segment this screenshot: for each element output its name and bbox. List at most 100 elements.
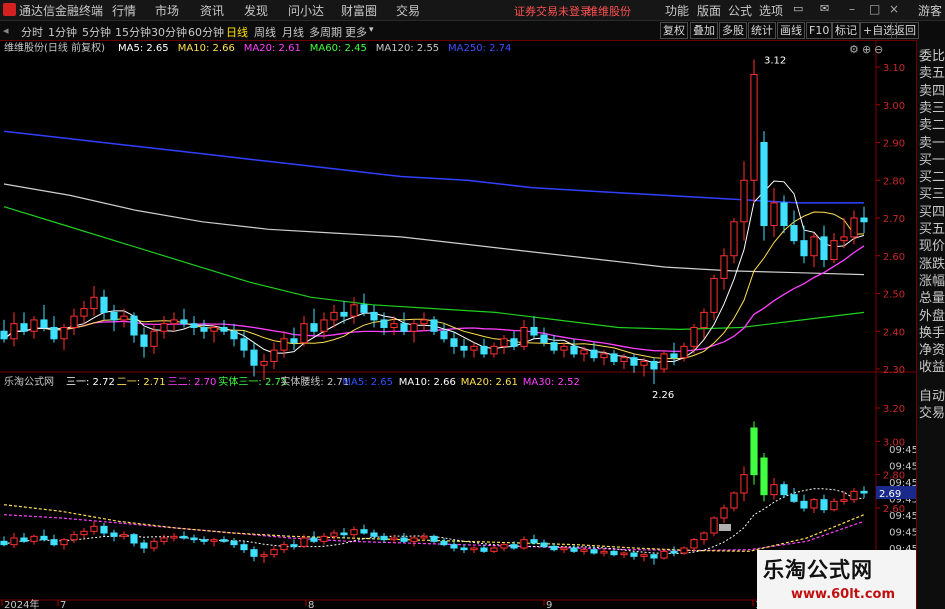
- app-title: 通达信金融终端: [19, 4, 104, 18]
- kline-chart[interactable]: 3.10 3.00 2.90 2.80 2.70 2.60 2.50 2.40 2.30 3.20…: [0, 40, 916, 609]
- sub-indicator-6: MA10: 2.66: [399, 377, 456, 388]
- chevron-down-icon[interactable]: ▾: [369, 25, 374, 35]
- sub-ma30-line: [3, 514, 865, 552]
- user-label[interactable]: 游客: [918, 2, 942, 19]
- candle-body: [90, 296, 98, 310]
- main-panel-title: 维维股份(日线 前复权): [4, 41, 105, 54]
- candle-body: [130, 315, 138, 336]
- toolbar-back-icon[interactable]: ◂: [3, 24, 9, 37]
- btn-diejia[interactable]: 叠加: [690, 22, 718, 39]
- menu-item-xuanxiang[interactable]: 选项: [759, 2, 783, 19]
- period-15min[interactable]: 15分钟: [115, 24, 151, 40]
- candle-body: [190, 323, 198, 328]
- minus-icon: ⊖: [874, 43, 883, 56]
- high-price-label: 3.12: [764, 55, 786, 66]
- candle-body: [500, 338, 508, 347]
- candle-body: [200, 326, 208, 332]
- period-weekly[interactable]: 周线: [254, 24, 276, 40]
- period-multi[interactable]: 多周期: [309, 24, 342, 40]
- menu-item-jiaoyi[interactable]: 交易: [396, 2, 420, 19]
- minimize-icon[interactable]: –: [849, 2, 855, 16]
- btn-biaoji[interactable]: 标记: [832, 22, 860, 39]
- main-y-label: 2.40: [883, 327, 905, 338]
- btn-back[interactable]: 返回: [891, 22, 919, 39]
- period-30min[interactable]: 30分钟: [151, 24, 187, 40]
- period-1min[interactable]: 1分钟: [48, 24, 77, 40]
- period-5min[interactable]: 5分钟: [82, 24, 111, 40]
- sub-side-field-1[interactable]: 交易: [919, 402, 945, 421]
- quote-field-18: 收益: [919, 360, 945, 376]
- btn-f10[interactable]: F10: [806, 22, 833, 39]
- btn-fuquan[interactable]: 复权: [660, 22, 688, 39]
- candle-body: [0, 330, 8, 340]
- sub-candle-body: [710, 517, 718, 534]
- maximize-icon[interactable]: □: [869, 2, 880, 16]
- candle-body: [100, 296, 108, 313]
- quote-field-16: 换手: [919, 325, 945, 341]
- period-fenshi[interactable]: 分时: [21, 24, 43, 40]
- period-more[interactable]: 更多: [345, 24, 367, 40]
- btn-tongji[interactable]: 统计: [748, 22, 776, 39]
- candle-body: [510, 338, 518, 347]
- btn-huaxian[interactable]: 画线: [777, 22, 805, 39]
- sub-candle-body: [420, 535, 428, 539]
- candle-body: [230, 330, 238, 340]
- menu-item-hangqing[interactable]: 行情: [112, 2, 136, 19]
- candle-body: [180, 319, 188, 325]
- candle-body: [350, 304, 358, 317]
- sub-candle-body: [380, 535, 388, 541]
- candle-body: [570, 345, 578, 355]
- notification-icon[interactable]: ▭: [793, 2, 803, 15]
- close-icon[interactable]: ×: [889, 2, 899, 16]
- x-axis-label: 8: [308, 600, 314, 609]
- menu-item-caifuquan[interactable]: 财富圈: [341, 2, 377, 19]
- menu-item-gongneng[interactable]: 功能: [665, 2, 689, 19]
- sub-candle-body: [260, 554, 268, 557]
- sub-candle-body: [520, 539, 528, 549]
- x-axis-label: 7: [60, 600, 66, 609]
- candle-body: [380, 319, 388, 328]
- candle-body: [270, 349, 278, 362]
- trade-login-status[interactable]: 证券交易未登录: [514, 3, 591, 19]
- btn-duogu[interactable]: 多股: [719, 22, 747, 39]
- sub-candle-body: [480, 547, 488, 552]
- sub-candle-body: [740, 474, 748, 494]
- mail-icon[interactable]: ✉: [820, 2, 829, 15]
- menu-item-zixun[interactable]: 资讯: [200, 2, 224, 19]
- sub-indicator-8: MA30: 2.52: [523, 377, 580, 388]
- sub-candle-body: [820, 499, 828, 511]
- period-monthly[interactable]: 月线: [282, 24, 304, 40]
- settings-icon: ⚙: [849, 43, 859, 56]
- candle-body: [470, 345, 478, 351]
- period-60min[interactable]: 60分钟: [188, 24, 224, 40]
- candle-body: [120, 315, 128, 321]
- menu-item-wenxiaoda[interactable]: 问小达: [288, 2, 324, 19]
- candle-body: [810, 236, 818, 257]
- candle-body: [680, 345, 688, 359]
- sub-candle-body: [720, 507, 728, 519]
- main-y-label: 2.60: [883, 252, 905, 263]
- sub-candle-body: [130, 534, 138, 544]
- menu-item-gongshi[interactable]: 公式: [728, 2, 752, 19]
- candle-body: [280, 338, 288, 351]
- low-price-label: 2.26: [652, 390, 674, 401]
- sub-candle-body: [140, 542, 148, 549]
- sub-candle-body: [840, 499, 848, 502]
- watermark-title: 乐淘公式网: [763, 558, 873, 582]
- period-toolbar: ◂ 分时 1分钟 5分钟 15分钟 30分钟 60分钟 日线 周线 月线 多周期…: [0, 21, 945, 41]
- period-daily[interactable]: 日线: [226, 24, 248, 40]
- sub-candle-body: [20, 537, 28, 542]
- sub-time-label: 09:45: [889, 445, 916, 456]
- candle-body: [530, 326, 538, 336]
- quote-field-14: 总量: [919, 291, 945, 307]
- menu-item-faxian[interactable]: 发现: [244, 2, 268, 19]
- quote-field-7: 买二: [919, 170, 945, 186]
- menu-item-shichang[interactable]: 市场: [155, 2, 179, 19]
- main-indicator-5: MA250: 2.74: [448, 43, 511, 54]
- menu-item-banmian[interactable]: 版面: [697, 2, 721, 19]
- sub-candle-body: [280, 544, 288, 551]
- sub-candle-body: [240, 544, 248, 551]
- sub-candle-body: [700, 532, 708, 541]
- candle-body: [740, 179, 748, 223]
- ma20-line: [3, 245, 865, 353]
